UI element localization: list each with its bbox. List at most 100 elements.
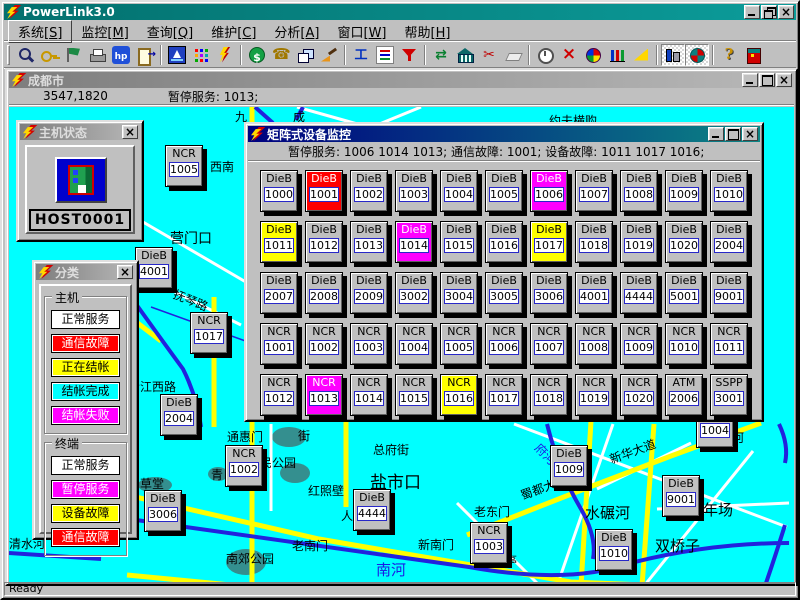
- menu-item-6[interactable]: 窗口[W]: [328, 21, 395, 42]
- menu-item-2[interactable]: 监控[M]: [72, 21, 137, 42]
- device-tile-NCR-1010[interactable]: NCR1010: [665, 323, 703, 365]
- device-tile-DieB-1007[interactable]: DieB1007: [575, 170, 613, 212]
- tb-exit-button[interactable]: [133, 44, 157, 66]
- device-tile-NCR-1007[interactable]: NCR1007: [530, 323, 568, 365]
- device-tile-NCR-1017[interactable]: NCR1017: [485, 374, 523, 416]
- device-tile-NCR-1009[interactable]: NCR1009: [620, 323, 658, 365]
- device-tile-DieB-4444[interactable]: DieB4444: [353, 489, 391, 531]
- tb-flag-button[interactable]: [61, 44, 85, 66]
- device-tile-NCR-1008[interactable]: NCR1008: [575, 323, 613, 365]
- device-tile-NCR-1001[interactable]: NCR1001: [260, 323, 298, 365]
- tb-pie-button[interactable]: [581, 44, 605, 66]
- minimize-button[interactable]: [744, 5, 760, 19]
- device-tile-DieB-3004[interactable]: DieB3004: [440, 272, 478, 314]
- device-tile-DieB-1015[interactable]: DieB1015: [440, 221, 478, 263]
- device-tile-DieB-3006[interactable]: DieB3006: [144, 490, 182, 532]
- device-tile-DieB-1010[interactable]: DieB1010: [710, 170, 748, 212]
- device-tile-NCR-1018[interactable]: NCR1018: [530, 374, 568, 416]
- device-tile-DieB-1010[interactable]: DieB1010: [595, 529, 633, 571]
- tb-alarm-button[interactable]: [741, 44, 765, 66]
- device-tile-DieB-3002[interactable]: DieB3002: [395, 272, 433, 314]
- device-tile-SSPP-3001[interactable]: SSPP3001: [710, 374, 748, 416]
- tb-clock-button[interactable]: [533, 44, 557, 66]
- toolbar-handle[interactable]: [7, 45, 10, 65]
- device-tile-NCR-1014[interactable]: NCR1014: [350, 374, 388, 416]
- map-maximize-button[interactable]: [759, 73, 775, 87]
- device-tile-NCR-1011[interactable]: NCR1011: [710, 323, 748, 365]
- tb-report-button[interactable]: [373, 44, 397, 66]
- device-tile-DieB-1001[interactable]: DieB1001: [305, 170, 343, 212]
- device-tile-DieB-1005[interactable]: DieB1005: [485, 170, 523, 212]
- device-tile-NCR-1002[interactable]: NCR1002: [225, 445, 263, 487]
- device-tile-DieB-4001[interactable]: DieB4001: [575, 272, 613, 314]
- device-tile-NCR-1015[interactable]: NCR1015: [395, 374, 433, 416]
- tb-hp-button[interactable]: [109, 44, 133, 66]
- tb-find-button[interactable]: [13, 44, 37, 66]
- close-button[interactable]: [778, 5, 794, 19]
- tb-matrix-monitor-button[interactable]: [685, 44, 709, 66]
- menu-item-1[interactable]: 系统[S]: [8, 20, 72, 43]
- tb-key-button[interactable]: [37, 44, 61, 66]
- matrix-maximize-button[interactable]: [725, 127, 741, 141]
- device-tile-DieB-9001[interactable]: DieB9001: [662, 475, 700, 517]
- map-minimize-button[interactable]: [742, 73, 758, 87]
- device-tile-DieB-1012[interactable]: DieB1012: [305, 221, 343, 263]
- menu-item-3[interactable]: 查询[Q]: [138, 21, 202, 42]
- menu-item-4[interactable]: 维护[C]: [202, 21, 265, 42]
- device-tile-DieB-1002[interactable]: DieB1002: [350, 170, 388, 212]
- tb-refresh-button[interactable]: [429, 44, 453, 66]
- device-tile-DieB-1019[interactable]: DieB1019: [620, 221, 658, 263]
- tb-brush-button[interactable]: [317, 44, 341, 66]
- device-tile-DieB-3006[interactable]: DieB3006: [530, 272, 568, 314]
- host-titlebar[interactable]: 主机状态: [20, 124, 140, 140]
- device-tile-DieB-5001[interactable]: DieB5001: [665, 272, 703, 314]
- device-tile-NCR-1004[interactable]: NCR1004: [395, 323, 433, 365]
- device-tile-DieB-1016[interactable]: DieB1016: [485, 221, 523, 263]
- restore-button[interactable]: [761, 5, 777, 19]
- tb-bar-chart-button[interactable]: [605, 44, 629, 66]
- device-tile-NCR-1005[interactable]: NCR1005: [440, 323, 478, 365]
- main-titlebar[interactable]: PowerLink3.0: [4, 4, 796, 20]
- tb-eraser-button[interactable]: [501, 44, 525, 66]
- tb-ruler-button[interactable]: [629, 44, 653, 66]
- tb-delete-button[interactable]: [557, 44, 581, 66]
- device-tile-DieB-1009[interactable]: DieB1009: [550, 445, 588, 487]
- device-tile-NCR-1016[interactable]: NCR1016: [440, 374, 478, 416]
- device-tile-NCR-1017[interactable]: NCR1017: [190, 312, 228, 354]
- device-tile-ATM-2006[interactable]: ATM2006: [665, 374, 703, 416]
- tb-cascade-button[interactable]: [293, 44, 317, 66]
- map-close-button[interactable]: [776, 73, 792, 87]
- tb-map-view-button[interactable]: [165, 44, 189, 66]
- tb-phone-button[interactable]: [269, 44, 293, 66]
- device-tile-DieB-4444[interactable]: DieB4444: [620, 272, 658, 314]
- tb-help-button[interactable]: [717, 44, 741, 66]
- device-tile-DieB-1020[interactable]: DieB1020: [665, 221, 703, 263]
- device-tile-DieB-2008[interactable]: DieB2008: [305, 272, 343, 314]
- device-tile-DieB-9001[interactable]: DieB9001: [710, 272, 748, 314]
- matrix-titlebar[interactable]: 矩阵式设备监控: [248, 126, 760, 142]
- host-close-button[interactable]: [122, 125, 138, 139]
- device-tile-DieB-3005[interactable]: DieB3005: [485, 272, 523, 314]
- legend-titlebar[interactable]: 分类: [36, 264, 135, 280]
- device-tile-DieB-1008[interactable]: DieB1008: [620, 170, 658, 212]
- tb-tools-button[interactable]: [349, 44, 373, 66]
- device-tile-DieB-1000[interactable]: DieB1000: [260, 170, 298, 212]
- tb-filter-button[interactable]: [397, 44, 421, 66]
- device-tile-NCR-1020[interactable]: NCR1020: [620, 374, 658, 416]
- device-tile-DieB-1003[interactable]: DieB1003: [395, 170, 433, 212]
- device-tile-DieB-1013[interactable]: DieB1013: [350, 221, 388, 263]
- device-tile-DieB-1017[interactable]: DieB1017: [530, 221, 568, 263]
- device-tile-NCR-1019[interactable]: NCR1019: [575, 374, 613, 416]
- tb-cut-button[interactable]: [477, 44, 501, 66]
- device-tile-DieB-4001[interactable]: DieB4001: [135, 247, 173, 289]
- tb-color-grid-button[interactable]: [189, 44, 213, 66]
- map-titlebar[interactable]: 成都市: [9, 72, 794, 88]
- device-tile-DieB-1011[interactable]: DieB1011: [260, 221, 298, 263]
- device-tile-NCR-1003[interactable]: NCR1003: [350, 323, 388, 365]
- device-tile-DieB-2007[interactable]: DieB2007: [260, 272, 298, 314]
- legend-close-button[interactable]: [117, 265, 133, 279]
- device-tile-DieB-2004[interactable]: DieB2004: [710, 221, 748, 263]
- device-tile-NCR-1012[interactable]: NCR1012: [260, 374, 298, 416]
- tb-printer-button[interactable]: [85, 44, 109, 66]
- matrix-minimize-button[interactable]: [708, 127, 724, 141]
